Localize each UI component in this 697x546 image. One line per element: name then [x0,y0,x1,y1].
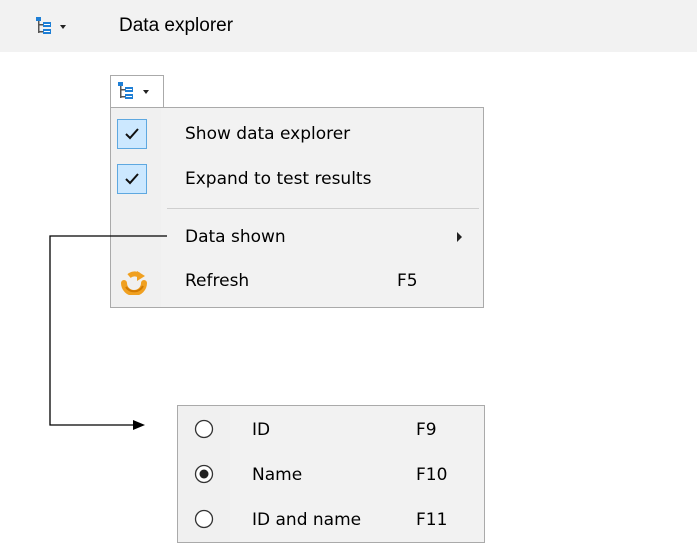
menu-separator [167,208,479,209]
submenu-item-label: ID [252,420,271,440]
submenu-item-shortcut: F10 [416,465,448,485]
submenu-item-id-and-name[interactable]: ID and name F11 [178,498,484,542]
chevron-right-icon [457,232,462,242]
checkmark-icon [117,119,147,149]
submenu-item-name[interactable]: Name F10 [178,453,484,497]
menu-item-label: Data shown [185,227,286,247]
menu-item-label: Expand to test results [185,169,372,189]
radio-selected-icon [194,464,214,488]
tree-view-icon[interactable] [35,16,53,36]
submenu-item-label: ID and name [252,510,362,530]
menu-item-expand-to-test-results[interactable]: Expand to test results [111,158,483,200]
data-explorer-dropdown-button[interactable] [110,75,164,107]
refresh-icon [119,267,149,299]
menu-item-label: Refresh [185,271,250,291]
submenu-item-shortcut: F11 [416,510,448,530]
chevron-down-icon[interactable] [60,25,66,29]
menu-item-data-shown[interactable]: Data shown [111,216,483,258]
submenu-item-label: Name [252,465,303,485]
menu-item-refresh[interactable]: Refresh F5 [111,260,483,302]
radio-unselected-icon [194,419,214,443]
submenu-item-id[interactable]: ID F9 [178,408,484,452]
radio-unselected-icon [194,509,214,533]
page-title: Data explorer [119,15,234,36]
checkmark-icon [117,164,147,194]
data-explorer-menu: Show data explorer Expand to test result… [110,107,484,308]
menu-item-label: Show data explorer [185,124,351,144]
menu-item-shortcut: F5 [397,271,418,291]
submenu-item-shortcut: F9 [416,420,437,440]
tree-view-icon [117,81,135,101]
data-explorer-header: Data explorer [0,0,697,52]
chevron-down-icon [143,90,149,94]
data-shown-submenu: ID F9 Name F10 ID and name F11 [177,405,485,543]
menu-item-show-data-explorer[interactable]: Show data explorer [111,113,483,155]
